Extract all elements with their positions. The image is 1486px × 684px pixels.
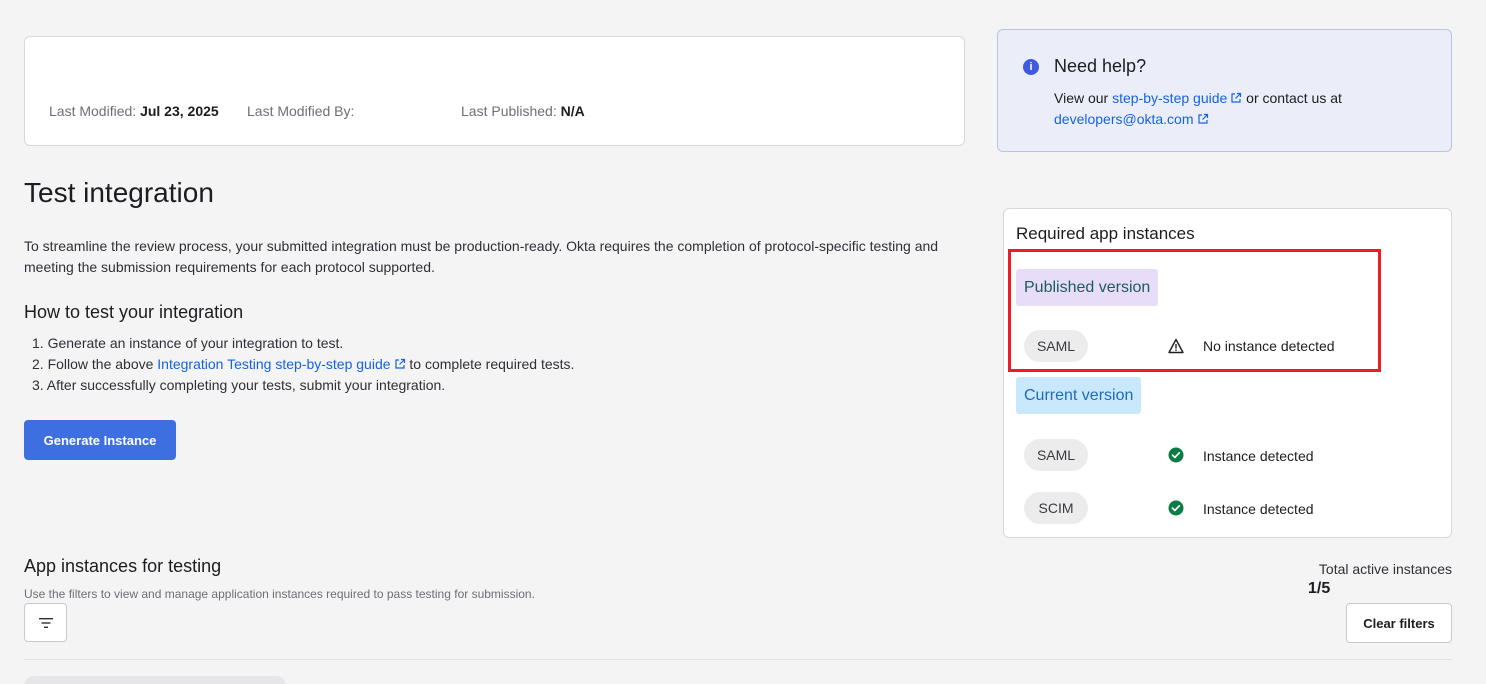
help-text: View our step-by-step guide or contact u… [1054, 88, 1434, 130]
integration-testing-guide-label: Integration Testing step-by-step guide [157, 356, 391, 372]
app-instances-subtitle: Use the filters to view and manage appli… [24, 587, 535, 601]
step-2: 2. Follow the above Integration Testing … [32, 354, 574, 375]
step-3: 3. After successfully completing your te… [32, 377, 446, 393]
warning-icon [1168, 338, 1184, 354]
step-2-prefix: 2. Follow the above [32, 356, 158, 372]
generate-instance-button[interactable]: Generate Instance [24, 420, 176, 460]
protocol-pill-saml-current: SAML [1024, 439, 1088, 471]
last-published-label: Last Published: [461, 103, 557, 119]
filter-icon [38, 617, 53, 628]
last-modified-by-label: Last Modified By: [247, 103, 355, 119]
guide-link-label: step-by-step guide [1112, 90, 1228, 106]
page-title: Test integration [24, 177, 214, 208]
check-circle-icon [1168, 447, 1184, 463]
status-instance-detected-saml: Instance detected [1203, 448, 1314, 464]
last-published-value: N/A [560, 103, 585, 119]
guide-link[interactable]: step-by-step guide [1112, 90, 1242, 106]
status-instance-detected-scim: Instance detected [1203, 501, 1314, 517]
step-1: 1. Generate an instance of your integrat… [32, 335, 344, 351]
status-no-instance: No instance detected [1203, 338, 1335, 354]
help-callout: i Need help? View our step-by-step guide… [997, 29, 1452, 152]
required-instances-title: Required app instances [1016, 224, 1195, 243]
external-link-icon [1197, 113, 1208, 124]
last-modified-by: Last Modified By: [247, 103, 354, 119]
step-2-suffix: to complete required tests. [405, 356, 575, 372]
integration-testing-guide-link[interactable]: Integration Testing step-by-step guide [157, 356, 405, 372]
filter-button[interactable] [24, 603, 67, 642]
total-active-value: 1/5 [1308, 580, 1331, 597]
published-version-tag: Published version [1016, 269, 1159, 306]
info-icon: i [1023, 59, 1039, 75]
last-modified: Last Modified: Jul 23, 2025 [49, 103, 219, 119]
email-link-label: developers@okta.com [1054, 111, 1194, 127]
external-link-icon [1231, 92, 1242, 103]
last-modified-label: Last Modified: [49, 103, 137, 119]
help-text-middle: or contact us at [1242, 90, 1342, 106]
last-published: Last Published: N/A [461, 103, 585, 119]
help-text-prefix: View our [1054, 90, 1113, 106]
required-instances-card: Required app instances Published version… [1003, 208, 1452, 538]
how-to-title: How to test your integration [24, 302, 244, 322]
protocol-pill-saml-published: SAML [1024, 330, 1088, 362]
protocol-pill-scim-current: SCIM [1024, 492, 1088, 524]
app-instances-title: App instances for testing [24, 556, 222, 576]
check-circle-icon [1168, 500, 1184, 516]
steps-list: 1. Generate an instance of your integrat… [32, 333, 574, 396]
external-link-icon [394, 358, 405, 369]
last-modified-value: Jul 23, 2025 [140, 103, 219, 119]
intro-text: To streamline the review process, your s… [24, 238, 939, 275]
page: Last Modified: Jul 23, 2025 Last Modifie… [0, 0, 1486, 684]
clear-filters-button[interactable]: Clear filters [1346, 603, 1452, 643]
email-link[interactable]: developers@okta.com [1054, 111, 1209, 127]
filter-chip-placeholder [24, 676, 286, 684]
integration-meta-card: Last Modified: Jul 23, 2025 Last Modifie… [24, 36, 965, 146]
current-version-tag: Current version [1016, 377, 1142, 414]
total-active-label: Total active instances [1318, 561, 1452, 577]
divider [24, 659, 1452, 660]
help-title: Need help? [1054, 56, 1147, 76]
